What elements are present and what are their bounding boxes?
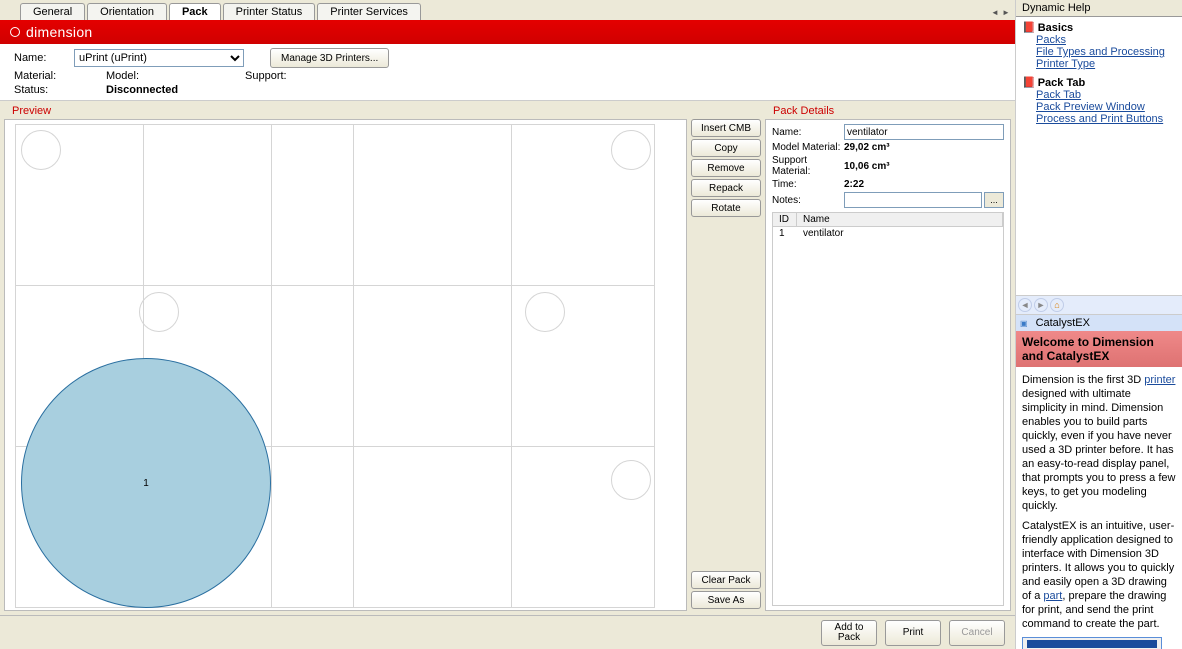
add-to-pack-button[interactable]: Add to Pack	[821, 620, 877, 646]
model-material-value: 29,02 cm³	[844, 142, 890, 153]
brand-name: dimension	[26, 24, 93, 40]
build-grid: 1	[15, 124, 655, 608]
item-name: ventilator	[797, 227, 1003, 240]
link-part-gloss[interactable]: part	[1043, 590, 1062, 602]
tab-scroll-right-icon[interactable]: ►	[1001, 8, 1011, 20]
print-button[interactable]: Print	[885, 620, 941, 646]
pack-actions: Insert CMB Copy Remove Repack Rotate Cle…	[691, 105, 761, 611]
help-links-area: 📕Basics Packs File Types and Processing …	[1016, 17, 1182, 295]
printer-panel: Name: uPrint (uPrint) Manage 3D Printers…	[0, 44, 1015, 101]
tab-bar: General Orientation Pack Printer Status …	[0, 0, 1015, 20]
book-icon: 📕	[1022, 22, 1036, 34]
material-label: Material:	[14, 70, 58, 82]
brand-logo-icon	[10, 27, 20, 37]
tab-scroll-left-icon[interactable]: ◄	[990, 8, 1000, 20]
status-value: Disconnected	[106, 84, 178, 96]
screenshot-thumbnail[interactable]	[1022, 637, 1162, 649]
details-title: Pack Details	[765, 105, 1011, 119]
help-doc-title: CatalystEX	[1036, 317, 1090, 329]
link-file-types[interactable]: File Types and Processing	[1036, 46, 1176, 58]
manage-printers-button[interactable]: Manage 3D Printers...	[270, 48, 389, 68]
pack-details-panel: Name: Model Material: 29,02 cm³ Support …	[765, 119, 1011, 611]
tab-pack[interactable]: Pack	[169, 3, 221, 20]
list-item[interactable]: 1 ventilator	[773, 227, 1003, 240]
page-icon: ▣	[1020, 319, 1028, 328]
support-label: Support:	[245, 70, 287, 82]
link-printer-gloss[interactable]: printer	[1144, 374, 1175, 386]
col-name-header[interactable]: Name	[797, 213, 1003, 226]
tab-orientation[interactable]: Orientation	[87, 3, 167, 20]
dynamic-help-header: Dynamic Help	[1016, 0, 1182, 17]
help-welcome-banner: Welcome to Dimension and CatalystEX	[1016, 331, 1182, 367]
basics-heading: Basics	[1038, 22, 1073, 34]
support-material-value: 10,06 cm³	[844, 161, 890, 172]
link-pack-tab[interactable]: Pack Tab	[1036, 89, 1176, 101]
support-material-label: Support Material:	[772, 155, 844, 177]
printer-select[interactable]: uPrint (uPrint)	[74, 49, 244, 67]
notes-label: Notes:	[772, 195, 844, 206]
tab-printer-services[interactable]: Printer Services	[317, 3, 421, 20]
item-id: 1	[773, 227, 797, 240]
part-number-label: 1	[143, 478, 149, 489]
tab-general[interactable]: General	[20, 3, 85, 20]
remove-button[interactable]: Remove	[691, 159, 761, 177]
time-label: Time:	[772, 179, 844, 190]
cancel-button: Cancel	[949, 620, 1005, 646]
link-printer-type[interactable]: Printer Type	[1036, 58, 1176, 70]
save-as-button[interactable]: Save As	[691, 591, 761, 609]
help-forward-icon[interactable]: ►	[1034, 298, 1048, 312]
tab-printer-status[interactable]: Printer Status	[223, 3, 316, 20]
pack-name-input[interactable]	[844, 124, 1004, 140]
help-back-icon[interactable]: ◄	[1018, 298, 1032, 312]
packtab-heading: Pack Tab	[1038, 77, 1086, 89]
model-material-label: Model Material:	[772, 142, 844, 153]
packed-part-1[interactable]: 1	[21, 358, 271, 608]
footer-bar: Add to Pack Print Cancel	[0, 615, 1015, 649]
help-toolbar: ◄ ► ⌂	[1016, 295, 1182, 315]
link-pack-preview[interactable]: Pack Preview Window	[1036, 101, 1176, 113]
insert-cmb-button[interactable]: Insert CMB	[691, 119, 761, 137]
brand-bar: dimension	[0, 20, 1015, 44]
time-value: 2:22	[844, 179, 864, 190]
help-content: Dimension is the first 3D printer design…	[1016, 367, 1182, 649]
preview-title: Preview	[4, 105, 687, 119]
repack-button[interactable]: Repack	[691, 179, 761, 197]
pack-items-list: ID Name 1 ventilator	[772, 212, 1004, 606]
help-home-icon[interactable]: ⌂	[1050, 298, 1064, 312]
status-label: Status:	[14, 84, 58, 96]
copy-button[interactable]: Copy	[691, 139, 761, 157]
model-label: Model:	[106, 70, 139, 82]
printer-name-label: Name:	[14, 52, 58, 64]
rotate-button[interactable]: Rotate	[691, 199, 761, 217]
notes-expand-button[interactable]: ...	[984, 192, 1004, 208]
pack-name-label: Name:	[772, 127, 844, 138]
help-title-bar: ▣ CatalystEX	[1016, 315, 1182, 331]
link-process-print[interactable]: Process and Print Buttons	[1036, 113, 1176, 125]
notes-input[interactable]	[844, 192, 982, 208]
book-icon: 📕	[1022, 77, 1036, 89]
link-packs[interactable]: Packs	[1036, 34, 1176, 46]
preview-canvas[interactable]: 1	[4, 119, 687, 611]
clear-pack-button[interactable]: Clear Pack	[691, 571, 761, 589]
col-id-header[interactable]: ID	[773, 213, 797, 226]
